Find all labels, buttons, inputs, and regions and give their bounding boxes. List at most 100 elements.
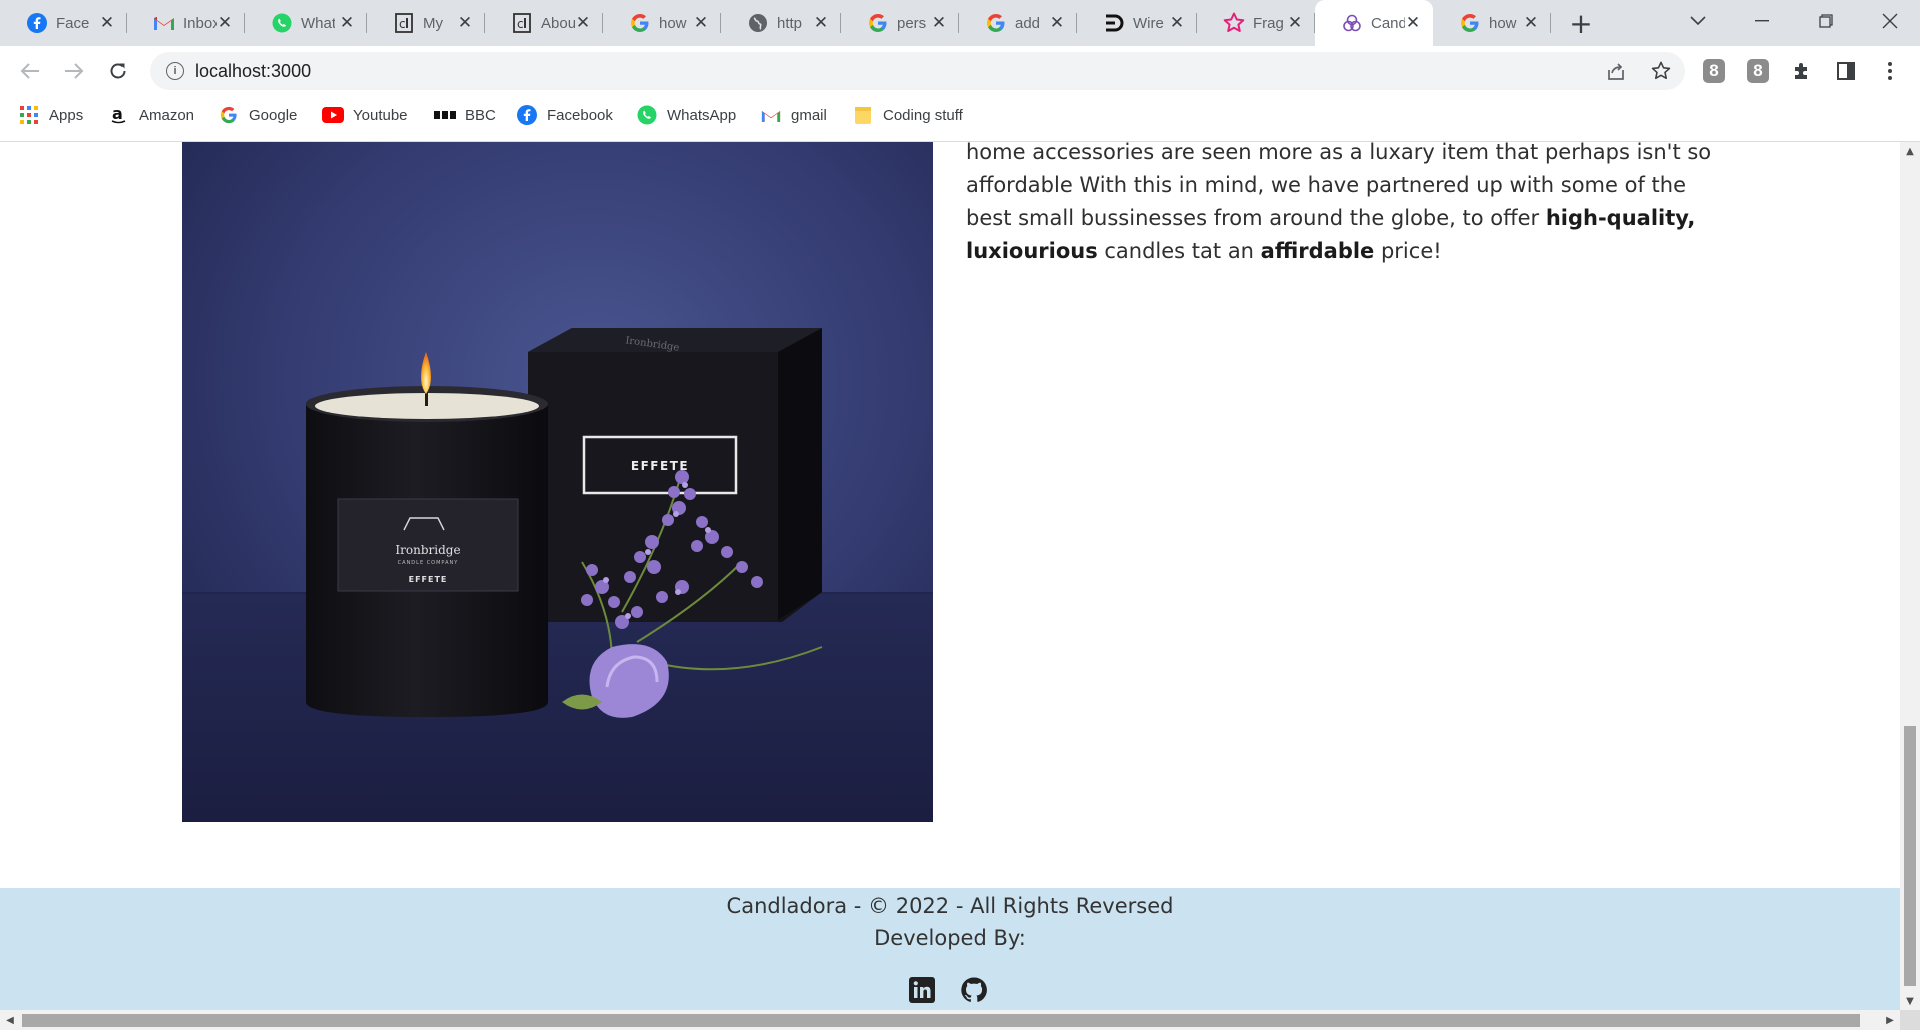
candle-site-icon [1341,12,1363,34]
document-icon: c [511,12,533,34]
tab-label: add [1015,14,1041,32]
facebook-icon [26,12,48,34]
back-arrow-icon [20,63,39,79]
tab-google-how[interactable]: how ✕ [603,0,721,46]
horizontal-scroll-thumb[interactable] [22,1014,1860,1027]
bookmark-amazon[interactable]: a Amazon [108,96,194,134]
bookmark-whatsapp[interactable]: WhatsApp [636,96,736,134]
minimize-button[interactable] [1734,0,1790,42]
footer-copyright: Candladora - © 2022 - All Rights Reverse… [726,894,1174,918]
bookmark-label: Google [249,106,298,124]
address-bar[interactable]: i localhost:3000 [150,52,1685,90]
close-icon[interactable]: ✕ [691,13,711,33]
tab-about[interactable]: c About ✕ [485,0,603,46]
tab-whatsapp[interactable]: WhatsApp ✕ [245,0,367,46]
tab-frag[interactable]: Frag ✕ [1197,0,1315,46]
bookmark-gmail[interactable]: gmail [760,96,827,134]
close-icon[interactable]: ✕ [573,13,593,33]
close-icon[interactable]: ✕ [1521,13,1541,33]
apps-grid-icon [18,104,40,126]
back-button[interactable] [14,55,46,87]
svg-text:a: a [112,105,123,123]
tab-strip: Facebook ✕ Inbox ✕ WhatsApp ✕ c My ✕ c A… [0,0,1920,46]
close-icon[interactable]: ✕ [1285,13,1305,33]
tab-inbox[interactable]: Inbox ✕ [127,0,245,46]
whatsapp-icon [636,104,658,126]
side-panel-button[interactable] [1833,58,1859,84]
close-icon[interactable]: ✕ [929,13,949,33]
tab-google-pers[interactable]: pers ✕ [841,0,959,46]
footer-developed-by: Developed By: [874,926,1026,950]
close-window-button[interactable] [1862,0,1918,42]
forward-arrow-icon [65,63,84,79]
horizontal-scrollbar[interactable]: ◀ ▶ [0,1010,1920,1030]
vertical-scroll-thumb[interactable] [1904,726,1916,986]
candle-label-name: EFFETE [409,575,448,584]
forward-button[interactable] [58,55,90,87]
tab-search-button[interactable] [1670,0,1726,42]
scroll-right-icon[interactable]: ▶ [1880,1010,1900,1030]
reload-icon [110,63,126,79]
info-icon[interactable]: i [166,62,184,80]
tab-facebook[interactable]: Facebook ✕ [0,0,127,46]
tab-label: how [659,14,687,32]
github-icon [961,977,987,1002]
new-tab-button[interactable]: + [1566,7,1596,40]
tab-label: Frag [1253,14,1284,32]
close-icon[interactable]: ✕ [1167,13,1187,33]
scroll-left-icon[interactable]: ◀ [0,1010,20,1030]
close-icon[interactable]: ✕ [811,13,831,33]
bookmark-youtube[interactable]: Youtube [322,96,408,134]
close-icon[interactable]: ✕ [1047,13,1067,33]
restore-icon [1819,14,1833,28]
close-icon[interactable]: ✕ [1403,13,1423,33]
kebab-menu-icon [1888,62,1892,80]
google-icon [629,12,651,34]
facebook-icon [516,104,538,126]
tab-wire[interactable]: Wire ✕ [1077,0,1197,46]
bookmark-google[interactable]: Google [218,96,297,134]
tab-my[interactable]: c My ✕ [367,0,485,46]
bookmark-apps[interactable]: Apps [18,96,83,134]
extension-badge-button[interactable]: 8 [1745,58,1771,84]
about-paragraph: home accessories are seen more as a luxa… [966,142,1726,268]
tab-label: Facebook [56,14,90,32]
tab-candladora-active[interactable]: Cand ✕ [1315,0,1433,46]
tab-label: Cand [1371,14,1405,32]
extensions-button[interactable] [1789,58,1815,84]
side-panel-icon [1837,62,1855,80]
reload-button[interactable] [102,55,134,87]
bookmark-bbc[interactable]: BBC [434,96,496,134]
bookmark-label: Youtube [353,106,408,124]
close-icon[interactable]: ✕ [337,13,357,33]
google-icon [218,104,240,126]
github-link[interactable] [960,976,988,1004]
menu-button[interactable] [1877,58,1903,84]
extension-badge-button[interactable]: 8 [1701,58,1727,84]
bookmark-label: Facebook [547,106,613,124]
star-icon [1223,12,1245,34]
bookmark-label: WhatsApp [667,106,737,124]
share-icon[interactable] [1605,60,1627,82]
linkedin-link[interactable] [908,976,936,1004]
tab-label: pers [897,14,927,32]
bbc-icon [434,104,456,126]
bookmark-folder-coding-stuff[interactable]: Coding stuff [852,96,963,134]
tab-label: About [541,14,575,32]
tab-google-how-2[interactable]: how ✕ [1433,0,1551,46]
close-icon[interactable]: ✕ [455,13,475,33]
url-text[interactable]: localhost:3000 [195,61,311,82]
close-icon[interactable]: ✕ [97,13,117,33]
tab-divider [1550,13,1551,33]
tab-google-add[interactable]: add ✕ [959,0,1077,46]
candle-box: EFFETE Ironbridge [528,328,822,622]
scroll-up-icon[interactable]: ▲ [1900,142,1920,160]
gmail-icon [760,104,782,126]
tab-http[interactable]: http ✕ [721,0,841,46]
bookmark-facebook[interactable]: Facebook [516,96,613,134]
bookmark-star-icon[interactable] [1650,60,1672,82]
vertical-scrollbar[interactable]: ▲ ▼ [1900,142,1920,1010]
restore-button[interactable] [1798,0,1854,42]
scroll-down-icon[interactable]: ▼ [1900,992,1920,1010]
close-icon[interactable]: ✕ [215,13,235,33]
